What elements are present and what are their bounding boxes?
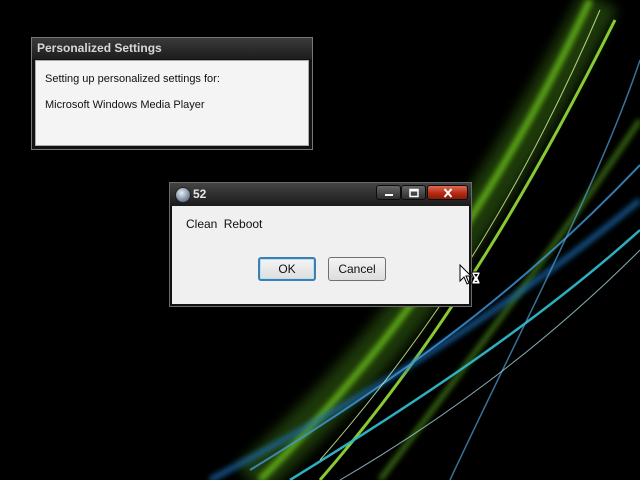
busy-cursor-icon	[459, 264, 481, 285]
personalized-settings-window: Personalized Settings Setting up persona…	[31, 37, 313, 150]
maximize-button[interactable]	[401, 185, 426, 200]
close-button[interactable]	[427, 185, 468, 200]
personalized-settings-title: Personalized Settings	[32, 38, 312, 59]
dialog-titlebar[interactable]: 52	[170, 183, 471, 206]
dialog-message: Clean Reboot	[186, 217, 263, 231]
ok-button[interactable]: OK	[258, 257, 316, 281]
dialog-body: Clean Reboot OK Cancel	[172, 206, 469, 304]
minimize-icon	[384, 193, 393, 196]
setup-component-name: Microsoft Windows Media Player	[45, 99, 205, 111]
app-icon	[175, 187, 191, 203]
personalized-settings-body: Setting up personalized settings for: Mi…	[35, 60, 309, 146]
close-icon	[443, 187, 452, 198]
maximize-icon	[408, 188, 419, 197]
setup-status-text: Setting up personalized settings for:	[45, 73, 220, 85]
minimize-button[interactable]	[376, 185, 401, 200]
message-dialog: 52 Clean Reboot OK Cancel	[169, 182, 472, 307]
cancel-button[interactable]: Cancel	[328, 257, 386, 281]
dialog-title: 52	[193, 187, 207, 201]
